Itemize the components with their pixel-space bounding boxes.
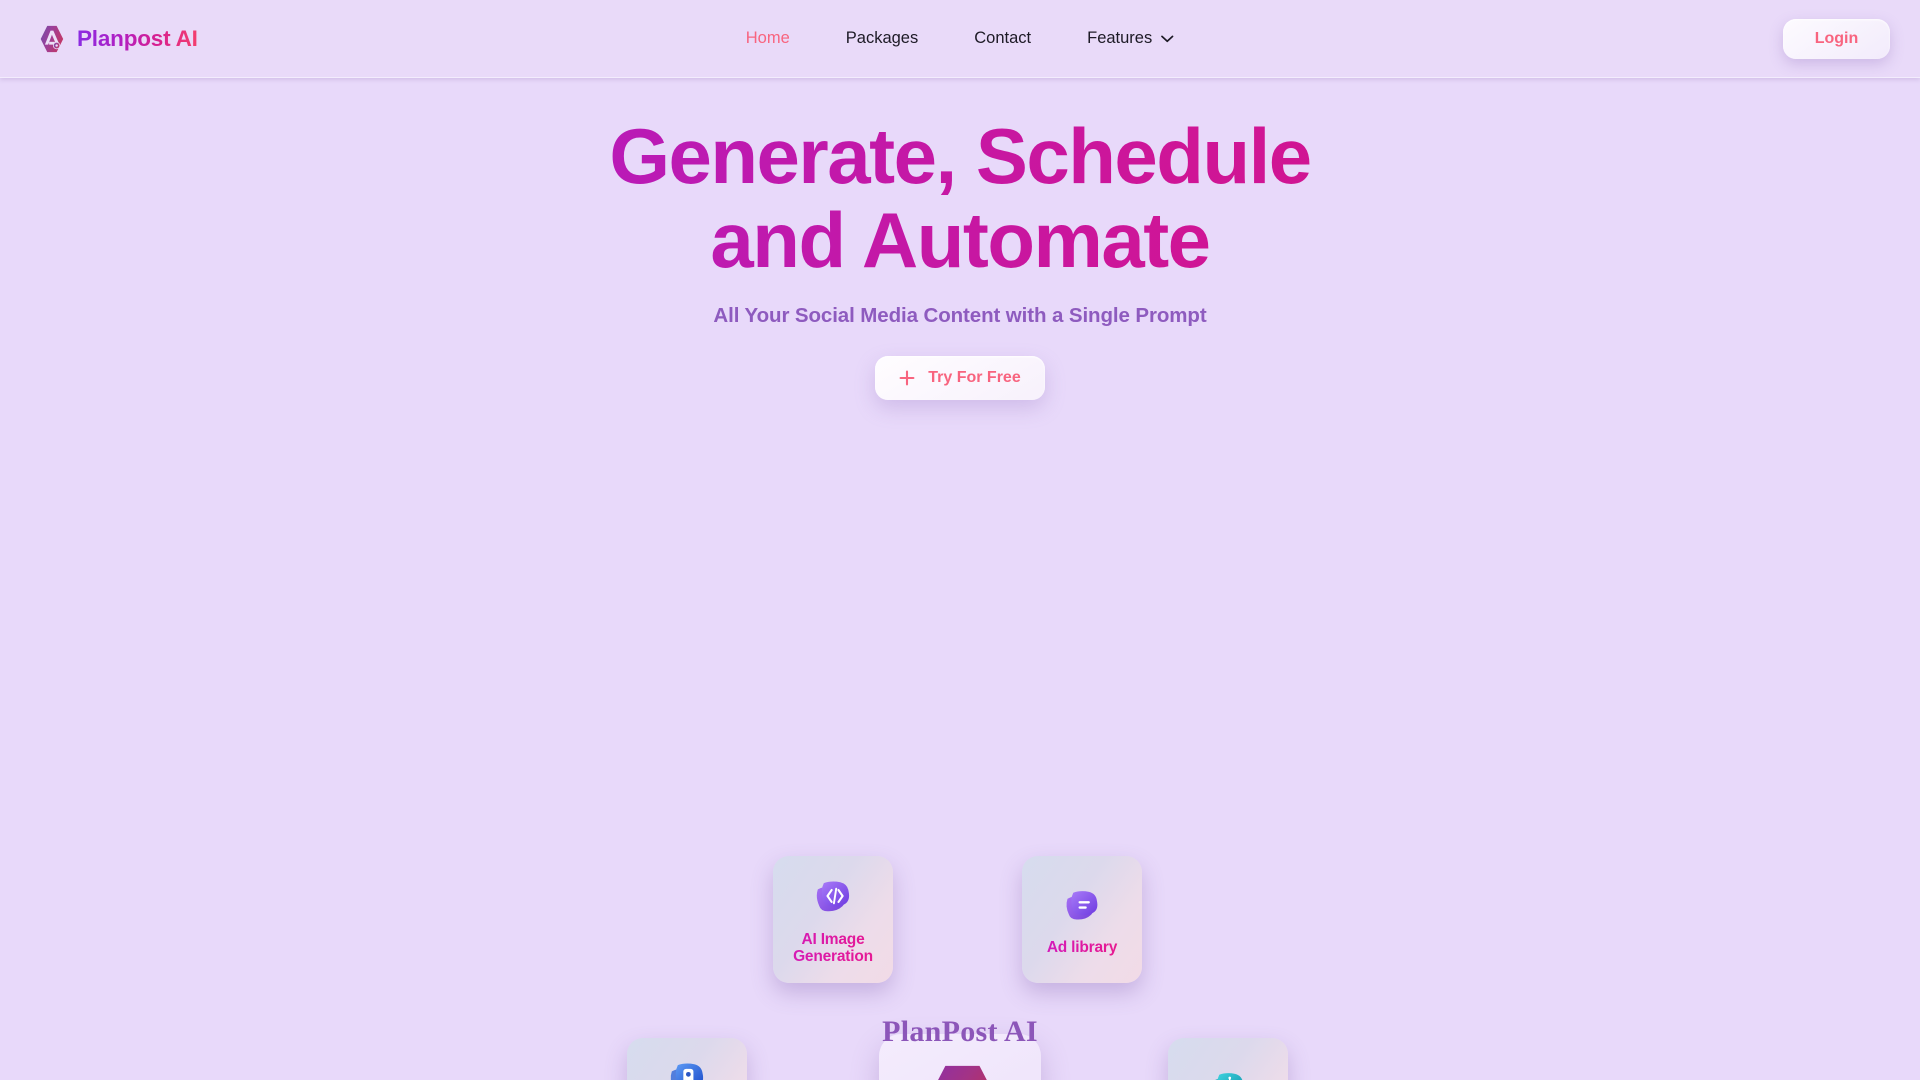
page-subtitle: All Your Social Media Content with a Sin… xyxy=(713,304,1207,328)
brand-name: Planpost AI xyxy=(77,25,198,51)
nav-link-features-label: Features xyxy=(1087,29,1153,47)
page-title-line-2: and Automate xyxy=(710,196,1210,285)
page-title-line-1: Generate, Schedule xyxy=(609,112,1311,200)
nav-link-home[interactable]: Home xyxy=(746,29,790,48)
top-navbar: Planpost AI Home Packages Contact Featur… xyxy=(0,0,1920,78)
brand-logo-link[interactable]: Planpost AI xyxy=(36,24,198,54)
hero-section: Generate, Schedule and Automate All Your… xyxy=(0,78,1920,401)
login-button[interactable]: Login xyxy=(1783,18,1890,59)
chevron-down-icon xyxy=(1161,35,1174,43)
feature-card-ad-library[interactable]: Ad library xyxy=(1022,856,1142,984)
nav-link-features[interactable]: Features xyxy=(1087,29,1174,48)
nav-link-packages[interactable]: Packages xyxy=(846,29,918,48)
pen-document-icon xyxy=(665,1056,709,1080)
stacked-cards-icon xyxy=(1061,884,1103,926)
nav-link-contact[interactable]: Contact xyxy=(974,29,1031,48)
footer-brand-name: PlanPost AI xyxy=(882,1015,1038,1048)
cta-container: Try For Free xyxy=(0,356,1920,401)
feature-card-ai-image-generation[interactable]: AI Image Generation xyxy=(773,856,893,984)
try-for-free-label: Try For Free xyxy=(928,369,1021,387)
try-for-free-button[interactable]: Try For Free xyxy=(875,356,1045,401)
feature-card-label: AI Image Generation xyxy=(773,931,893,966)
feature-card-label: Ad library xyxy=(1041,939,1123,957)
plus-icon xyxy=(899,370,915,386)
nav-links: Home Packages Contact Features xyxy=(746,29,1174,48)
page-title: Generate, Schedule and Automate xyxy=(0,114,1920,282)
code-brackets-icon xyxy=(811,874,855,918)
planpost-logo-large-icon xyxy=(908,1061,1012,1080)
robot-face-icon xyxy=(1207,1066,1249,1080)
feature-card-grid: AI Image Generation Ad library AI Conten… xyxy=(0,422,1920,1080)
planpost-hexagon-logo-icon xyxy=(36,24,66,54)
